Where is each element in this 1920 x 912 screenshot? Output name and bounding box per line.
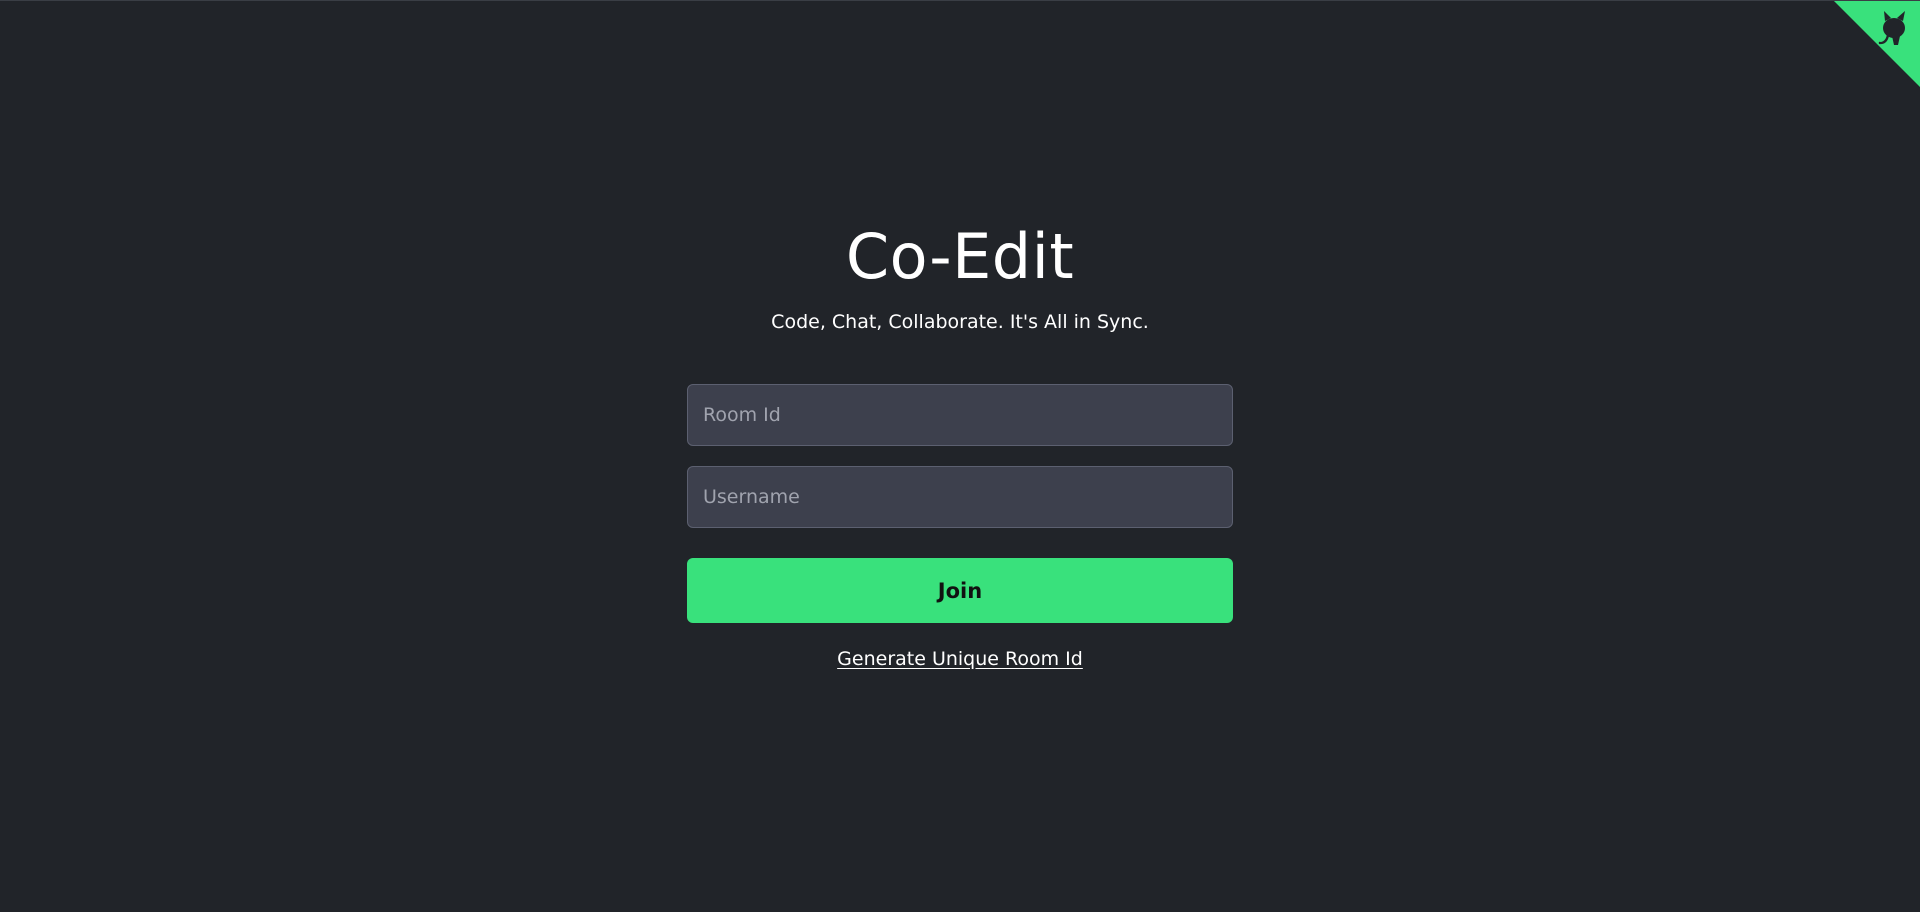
app-tagline: Code, Chat, Collaborate. It's All in Syn… [771, 311, 1149, 333]
username-input[interactable] [687, 466, 1233, 528]
join-form: Join [687, 384, 1233, 623]
generate-room-id-link[interactable]: Generate Unique Room Id [837, 648, 1083, 670]
room-id-input[interactable] [687, 384, 1233, 446]
join-button[interactable]: Join [687, 558, 1233, 623]
page: Co-Edit Code, Chat, Collaborate. It's Al… [0, 0, 1920, 912]
login-panel: Co-Edit Code, Chat, Collaborate. It's Al… [0, 1, 1920, 670]
app-title: Co-Edit [845, 220, 1075, 293]
